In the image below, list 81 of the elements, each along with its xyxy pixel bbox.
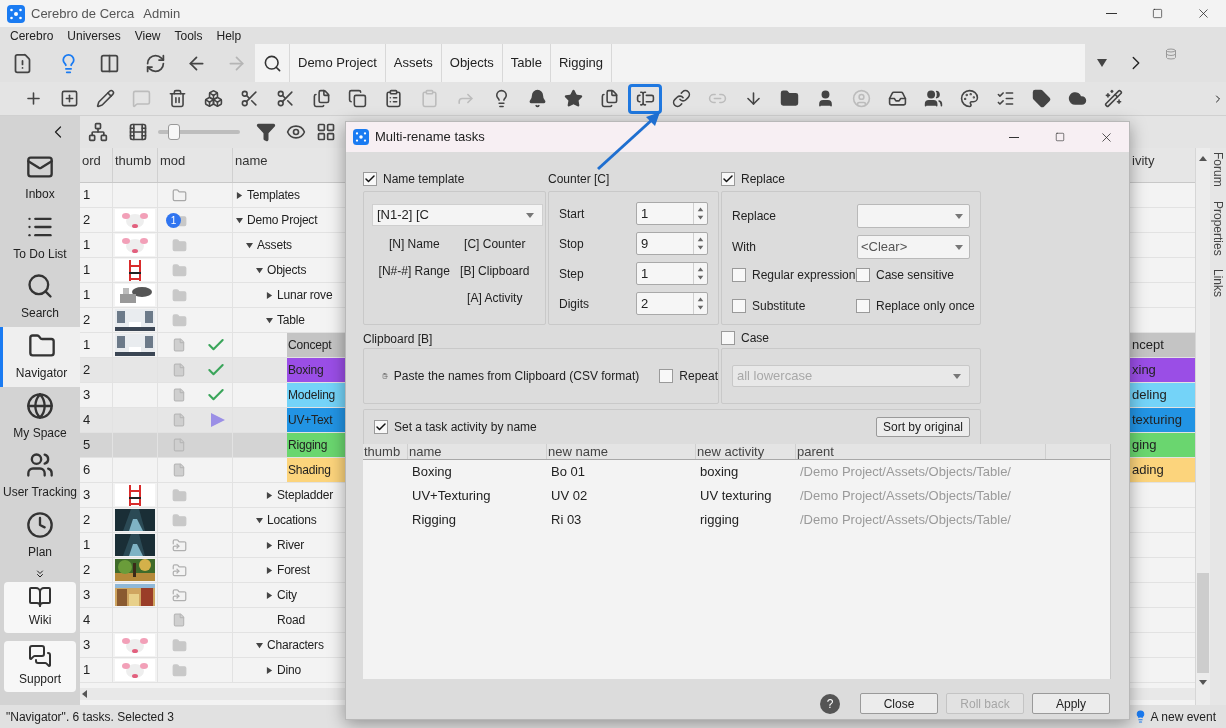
order-number: 3 — [83, 636, 91, 655]
order-number: 4 — [83, 411, 91, 430]
field-label: Start — [559, 205, 586, 223]
node-name: Locations — [267, 512, 317, 529]
checkbox-label: Case sensitive — [876, 267, 955, 284]
clipboard-hint: Paste the names from Clipboard (CSV format) — [393, 368, 640, 385]
activity-cell-text: ging — [1131, 436, 1157, 455]
order-number: 1 — [83, 336, 91, 355]
order-number: 1 — [83, 261, 91, 280]
order-number: 3 — [83, 386, 91, 405]
node-name: Stepladder — [277, 487, 334, 504]
activity-cell-text: xing — [1131, 361, 1156, 380]
order-number: 1 — [83, 186, 91, 205]
section-label: Counter [C] — [548, 171, 611, 188]
table-cell-text: Boxing — [411, 463, 453, 482]
checkbox-label: Name template — [383, 171, 465, 188]
table-cell-text: Ri 03 — [550, 511, 583, 530]
field-label: Step — [559, 265, 585, 283]
node-name: Demo Project — [247, 212, 318, 229]
table-cell-text: UV texturing — [699, 487, 773, 506]
checkbox-label: Regular expression — [752, 267, 856, 284]
task-name: Shading — [287, 458, 345, 482]
node-name: Dino — [277, 662, 301, 679]
order-number: 3 — [83, 486, 91, 505]
checkbox-label: Set a task activity by name — [394, 419, 537, 436]
table-cell-text: UV+Texturing — [411, 487, 492, 506]
user-name: Admin — [143, 4, 181, 23]
order-number: 2 — [83, 361, 91, 380]
task-name: Rigging — [287, 433, 345, 457]
node-name: Characters — [267, 637, 324, 654]
order-number: 2 — [83, 311, 91, 330]
node-name: River — [277, 537, 304, 554]
field-label: Digits — [559, 295, 590, 313]
table-cell-text: /Demo Project/Assets/Objects/Table/ — [799, 511, 1012, 530]
task-name: Modeling — [287, 383, 345, 407]
order-number: 2 — [83, 211, 91, 230]
node-name: Templates — [247, 187, 300, 204]
checkbox-label: Repeat — [679, 368, 718, 385]
table-cell-text: boxing — [699, 463, 740, 482]
activity-cell-text: ncept — [1131, 336, 1164, 355]
table-cell-text: UV 02 — [550, 487, 589, 506]
order-number: 4 — [83, 611, 91, 630]
activity-cell-text: texturing — [1131, 411, 1182, 430]
table-cell-text: Bo 01 — [550, 463, 586, 482]
field-label: With — [732, 239, 757, 256]
checkbox-label: Replace only once — [876, 298, 975, 315]
table-cell-text: /Demo Project/Assets/Objects/Table/ — [799, 487, 1012, 506]
section-label: Clipboard [B] — [363, 331, 434, 346]
checkbox-label: Substitute — [752, 298, 806, 315]
node-name: Table — [277, 312, 305, 329]
task-name: UV+Text — [287, 408, 345, 432]
order-number: 1 — [83, 286, 91, 305]
table-cell-text: Rigging — [411, 511, 458, 530]
order-number: 1 — [83, 236, 91, 255]
checkbox-label: Replace — [741, 171, 786, 188]
node-name: Forest — [277, 562, 310, 579]
order-number: 1 — [83, 661, 91, 680]
task-name: Concept — [287, 333, 345, 357]
node-name: City — [277, 587, 297, 604]
node-name: Objects — [267, 262, 307, 279]
table-cell-text: /Demo Project/Assets/Objects/Table/ — [799, 463, 1012, 482]
checkbox-label: Case — [741, 330, 769, 347]
activity-cell-text: deling — [1131, 386, 1167, 405]
order-number: 2 — [83, 561, 91, 580]
node-name: Assets — [257, 237, 292, 254]
order-number: 2 — [83, 511, 91, 530]
node-name: Road — [277, 612, 305, 629]
field-label: Replace — [732, 208, 778, 225]
order-number: 1 — [83, 536, 91, 555]
order-number: 5 — [83, 436, 91, 455]
status-text: "Navigator". 6 tasks. Selected 3 — [6, 708, 174, 726]
field-label: Stop — [559, 235, 585, 253]
task-name: Boxing — [287, 358, 345, 382]
node-name: Lunar rove — [277, 287, 333, 304]
count-badge: 1 — [166, 212, 181, 228]
dialog-title: Multi-rename tasks — [375, 128, 485, 147]
activity-cell-text: ading — [1131, 461, 1164, 480]
order-number: 6 — [83, 461, 91, 480]
table-cell-text: rigging — [699, 511, 741, 530]
window-title: Cerebro de Cerca — [31, 4, 135, 23]
order-number: 3 — [83, 586, 91, 605]
